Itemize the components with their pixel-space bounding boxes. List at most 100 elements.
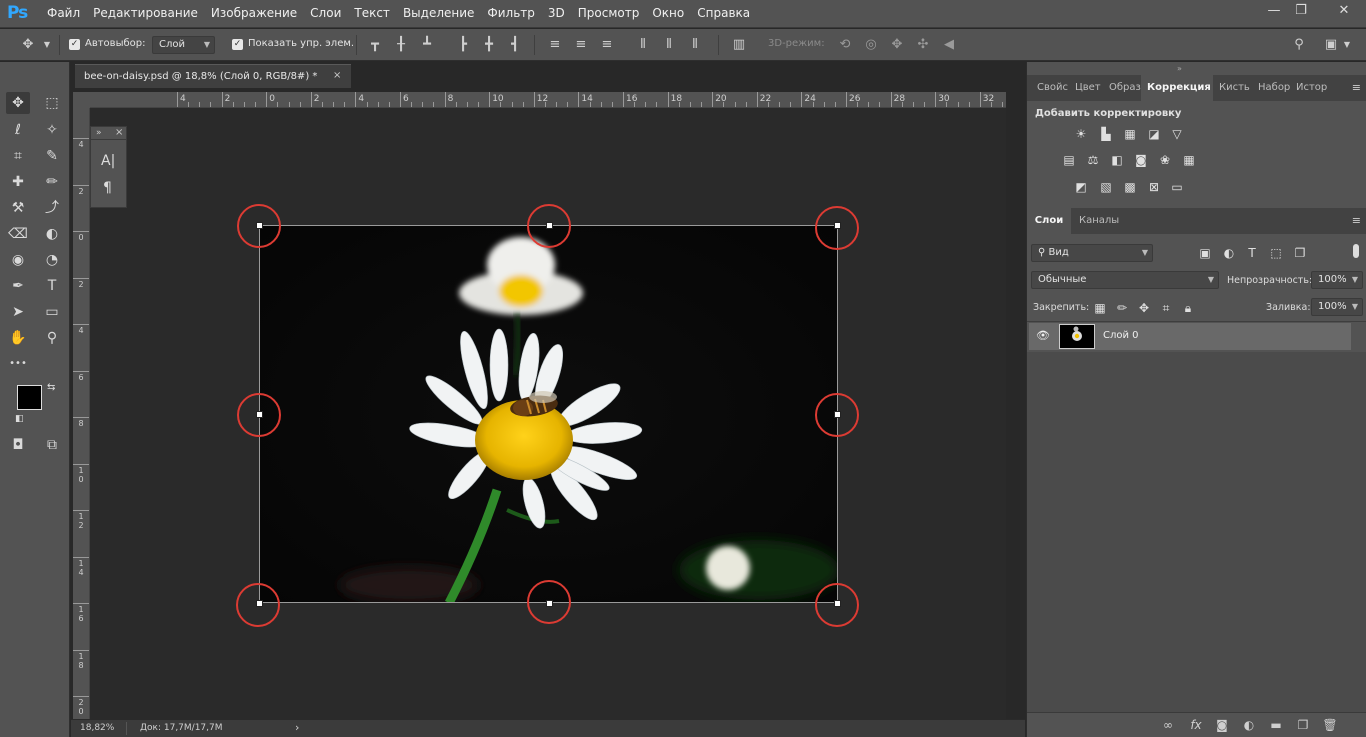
- paint-bucket-tool-icon[interactable]: ◐: [40, 223, 64, 245]
- pen-tool-icon[interactable]: ✒: [6, 275, 30, 297]
- visibility-eye-icon[interactable]: 👁: [1036, 329, 1050, 342]
- align-top-icon[interactable]: ┳: [367, 37, 383, 53]
- link-layers-icon[interactable]: ∞: [1159, 717, 1177, 733]
- hand-tool-icon[interactable]: ✋: [6, 327, 30, 349]
- levels-icon[interactable]: ▙: [1097, 126, 1115, 142]
- filter-type-icon[interactable]: T: [1243, 245, 1261, 261]
- blur-tool-icon[interactable]: ◉: [6, 249, 30, 271]
- healing-brush-tool-icon[interactable]: ✚: [6, 171, 30, 193]
- close-panel-icon[interactable]: ×: [115, 127, 123, 138]
- filter-adjustment-icon[interactable]: ◐: [1220, 245, 1238, 261]
- exposure-icon[interactable]: ◪: [1145, 126, 1163, 142]
- marquee-tool-icon[interactable]: ⬚: [40, 92, 64, 114]
- document-tab[interactable]: bee-on-daisy.psd @ 18,8% (Слой 0, RGB/8#…: [75, 64, 351, 88]
- workspace-icon[interactable]: ▣: [1322, 37, 1340, 53]
- filter-smart-object-icon[interactable]: ❐: [1291, 245, 1309, 261]
- align-right-icon[interactable]: ┫: [507, 37, 523, 53]
- threshold-icon[interactable]: ▩: [1121, 179, 1139, 195]
- vertical-ruler[interactable]: 4202468101214161820: [73, 108, 90, 719]
- distribute-hcenter-icon[interactable]: ⫴: [661, 37, 677, 53]
- type-tool-icon[interactable]: T: [40, 275, 64, 297]
- distribute-right-icon[interactable]: ⫴: [687, 37, 703, 53]
- menu-view[interactable]: Просмотр: [578, 6, 640, 20]
- new-layer-icon[interactable]: ❐: [1294, 717, 1312, 733]
- tab-brush[interactable]: Кисть: [1213, 75, 1256, 101]
- rectangle-tool-icon[interactable]: ▭: [40, 301, 64, 323]
- default-colors-icon[interactable]: ◧: [15, 414, 24, 424]
- tab-layers[interactable]: Слои: [1027, 208, 1071, 234]
- fill-field[interactable]: 100% ▼: [1311, 298, 1363, 316]
- filter-toggle[interactable]: [1353, 244, 1359, 258]
- menu-3d[interactable]: 3D: [548, 6, 565, 20]
- autoselect-checkbox[interactable]: ✓: [69, 39, 80, 50]
- photo-filter-icon[interactable]: ◙: [1132, 152, 1150, 168]
- zoom-tool-icon[interactable]: ⚲: [40, 327, 64, 349]
- tab-history[interactable]: Истор: [1290, 75, 1333, 101]
- menu-select[interactable]: Выделение: [403, 6, 474, 20]
- black-white-icon[interactable]: ◧: [1108, 152, 1126, 168]
- ruler-origin[interactable]: [73, 92, 90, 108]
- move-tool-preset-icon[interactable]: ✥: [18, 37, 38, 53]
- brightness-contrast-icon[interactable]: ☀: [1072, 126, 1090, 142]
- menu-file[interactable]: Файл: [47, 6, 80, 20]
- slide-3d-icon[interactable]: ✣: [914, 37, 932, 53]
- lock-position-icon[interactable]: ✥: [1135, 300, 1153, 316]
- foreground-color-swatch[interactable]: [17, 385, 42, 410]
- zoom-level[interactable]: 18,82%: [80, 723, 114, 733]
- character-panel-icon[interactable]: A|: [101, 153, 115, 169]
- menu-edit[interactable]: Редактирование: [93, 6, 198, 20]
- path-selection-tool-icon[interactable]: ➤: [6, 301, 30, 323]
- lock-image-icon[interactable]: ✏: [1113, 300, 1131, 316]
- panel-menu-icon[interactable]: ≡: [1352, 81, 1361, 94]
- color-balance-icon[interactable]: ⚖: [1084, 152, 1102, 168]
- distribute-vcenter-icon[interactable]: ≡: [573, 37, 589, 53]
- move-tool-icon[interactable]: ✥: [6, 92, 30, 114]
- layer-name[interactable]: Слой 0: [1103, 330, 1139, 341]
- menu-layers[interactable]: Слои: [310, 6, 341, 20]
- menu-image[interactable]: Изображение: [211, 6, 297, 20]
- chevron-down-icon[interactable]: ▼: [1342, 37, 1352, 53]
- brush-tool-icon[interactable]: ✏: [40, 171, 64, 193]
- align-hcenter-icon[interactable]: ╋: [481, 37, 497, 53]
- menu-type[interactable]: Текст: [354, 6, 390, 20]
- menu-help[interactable]: Справка: [697, 6, 750, 20]
- tab-channels[interactable]: Каналы: [1073, 208, 1125, 234]
- distribute-top-icon[interactable]: ≡: [547, 37, 563, 53]
- add-mask-icon[interactable]: ◙: [1213, 717, 1231, 733]
- layer-style-icon[interactable]: fx: [1187, 717, 1205, 733]
- roll-3d-icon[interactable]: ◎: [862, 37, 880, 53]
- clone-stamp-tool-icon[interactable]: ⚒: [6, 197, 30, 219]
- layer-row[interactable]: 👁 Слой 0: [1029, 323, 1351, 350]
- scale-3d-icon[interactable]: ◀: [940, 37, 958, 53]
- status-menu-arrow[interactable]: ›: [295, 721, 299, 734]
- more-tools-icon[interactable]: •••: [6, 353, 30, 375]
- new-group-icon[interactable]: ▬: [1267, 717, 1285, 733]
- lock-all-icon[interactable]: 🔒︎: [1179, 300, 1197, 316]
- invert-icon[interactable]: ◩: [1072, 179, 1090, 195]
- horizontal-ruler[interactable]: 4 2 0 2 4 6 8 10 12 14 16 18 20 22 24 26 28 30 32: [90, 92, 1006, 108]
- expand-panel-icon[interactable]: »: [96, 128, 102, 138]
- distribute-left-icon[interactable]: ⫴: [635, 37, 651, 53]
- distribute-bottom-icon[interactable]: ≡: [599, 37, 615, 53]
- show-controls-checkbox[interactable]: ✓: [232, 39, 243, 50]
- autoselect-dropdown[interactable]: Слой ▼: [152, 36, 215, 54]
- menu-filter[interactable]: Фильтр: [487, 6, 534, 20]
- align-left-icon[interactable]: ┣: [455, 37, 471, 53]
- orbit-3d-icon[interactable]: ⟲: [836, 37, 854, 53]
- align-vcenter-icon[interactable]: ╂: [393, 37, 409, 53]
- curves-icon[interactable]: ▦: [1121, 126, 1139, 142]
- lock-transparent-icon[interactable]: ▦: [1091, 300, 1109, 316]
- eraser-tool-icon[interactable]: ⌫: [6, 223, 30, 245]
- align-bottom-icon[interactable]: ┻: [419, 37, 435, 53]
- layer-filter-dropdown[interactable]: ⚲ Вид ▼: [1031, 244, 1153, 262]
- new-adjustment-layer-icon[interactable]: ◐: [1240, 717, 1258, 733]
- magic-wand-tool-icon[interactable]: ✧: [40, 119, 64, 141]
- restore-button[interactable]: ❐: [1290, 2, 1312, 20]
- lasso-tool-icon[interactable]: ℓ: [6, 119, 30, 141]
- blend-mode-dropdown[interactable]: Обычные ▼: [1031, 271, 1219, 289]
- screen-mode-icon[interactable]: ⧉: [40, 434, 64, 456]
- quick-mask-icon[interactable]: ◘: [6, 434, 30, 456]
- chevron-down-icon[interactable]: ▼: [42, 37, 52, 53]
- collapse-dock-icon[interactable]: »: [1177, 64, 1182, 73]
- posterize-icon[interactable]: ▧: [1097, 179, 1115, 195]
